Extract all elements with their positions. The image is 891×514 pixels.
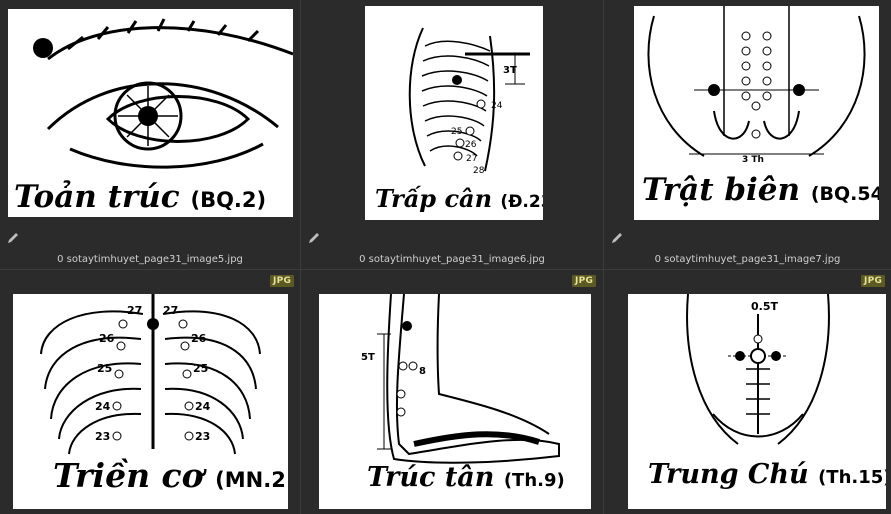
thumbnail-cell-1[interactable]: Toản trúc (BQ.2) 0 sotaytimhuyet_page31_… [0,0,300,269]
file-name[interactable]: 0 sotaytimhuyet_page31_image5.jpg [0,254,300,265]
svg-text:25: 25 [451,127,462,137]
svg-text:24: 24 [95,400,111,413]
pencil-icon[interactable] [307,231,321,245]
thumbnail-image[interactable]: 3T 24 25 26 27 28 Trấp cân (Đ.23) [365,6,543,220]
svg-text:26: 26 [99,332,115,345]
svg-text:27: 27 [466,154,477,164]
distance-label: 3T [503,65,517,76]
pencil-icon[interactable] [610,231,624,245]
svg-text:23: 23 [95,430,110,443]
thumbnail-image[interactable]: 5T 8 Trúc tân (Th.9) [319,294,591,509]
thumbnail-image[interactable]: 0.5T Trung Chú (Th.15) [628,294,886,509]
distance-label: 0.5T [751,300,778,313]
acupoint-name: Trúc tân (Th.9) [367,462,565,493]
thumbnail-image[interactable]: 3 Th Trật biên (BQ.54) [634,6,879,220]
distance-label: 5T [361,352,375,363]
svg-text:27: 27 [127,304,142,317]
thumbnail-cell-2[interactable]: 3T 24 25 26 27 28 Trấp cân (Đ.23) 0 sota… [301,0,603,269]
file-name[interactable]: 0 sotaytimhuyet_page31_image6.jpg [301,254,603,265]
svg-text:25: 25 [97,362,112,375]
distance-label: 3 Th [742,155,764,165]
thumbnail-cell-6[interactable]: JPG 0.5T Trung Chú (Th.15) [604,270,891,514]
file-type-badge: JPG [861,275,886,287]
thumbnail-cell-5[interactable]: JPG 5T 8 Trúc tân (Th.9) [301,270,603,514]
acupoint-name: Toản trúc (BQ.2) [14,179,267,215]
acupoint-name: Trấp cân (Đ.23) [375,184,543,213]
file-type-badge: JPG [572,275,597,287]
svg-text:24: 24 [195,400,211,413]
svg-text:24: 24 [491,101,503,111]
pencil-icon[interactable] [6,231,20,245]
thumbnail-image[interactable]: 27 27 26 26 25 25 24 24 23 23 Triền cơ (MN.21… [13,294,288,509]
svg-text:26: 26 [191,332,207,345]
thumbnail-image[interactable]: Toản trúc (BQ.2) [8,9,293,217]
svg-text:26: 26 [465,140,477,150]
thumbnail-cell-4[interactable]: JPG 27 27 26 26 25 25 24 24 23 23 Triền … [0,270,300,514]
acupoint-name: Triền cơ (MN.21) [53,456,288,495]
file-name[interactable]: 0 sotaytimhuyet_page31_image7.jpg [604,254,891,265]
acupoint-name: Trung Chú (Th.15) [648,459,886,490]
thumbnail-grid: Toản trúc (BQ.2) 0 sotaytimhuyet_page31_… [0,0,891,514]
acupoint-name: Trật biên (BQ.54) [642,172,879,208]
svg-text:27: 27 [163,304,178,317]
svg-text:28: 28 [473,166,485,176]
svg-text:25: 25 [193,362,208,375]
svg-text:8: 8 [419,366,426,377]
svg-text:23: 23 [195,430,210,443]
file-type-badge: JPG [270,275,295,287]
thumbnail-cell-3[interactable]: 3 Th Trật biên (BQ.54) 0 sotaytimhuyet_p… [604,0,891,269]
